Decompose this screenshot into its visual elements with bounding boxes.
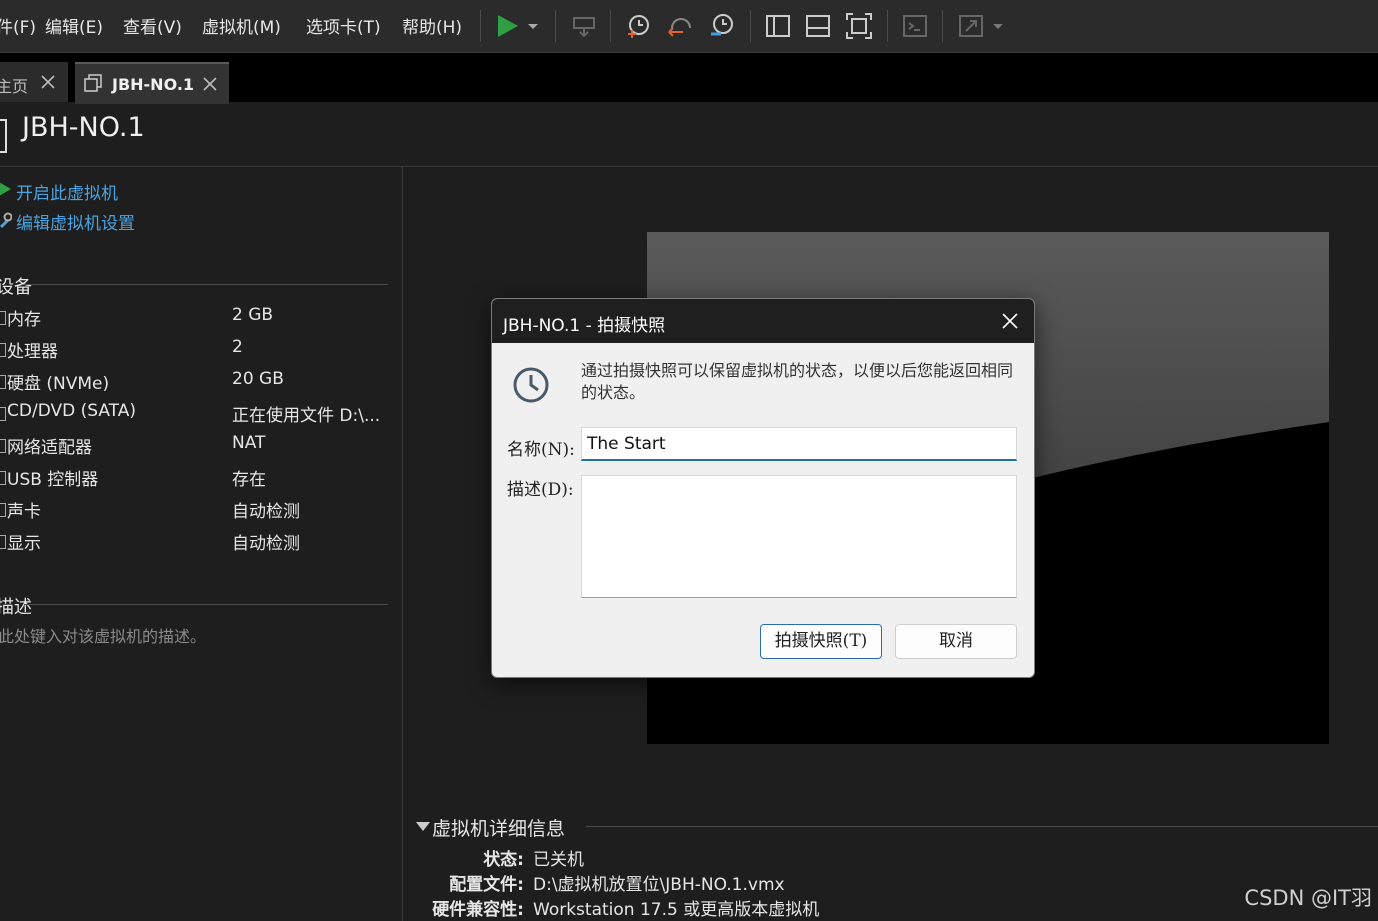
power-on-link[interactable]: 开启此虚拟机 — [16, 179, 118, 204]
snapshot-description-input[interactable] — [581, 475, 1017, 598]
stretch-icon[interactable] — [957, 12, 985, 40]
device-name[interactable]: 声卡 — [7, 497, 41, 522]
details-section-title[interactable]: 虚拟机详细信息 — [432, 814, 565, 841]
toolbar-separator — [480, 10, 481, 42]
device-value: 20 GB — [232, 369, 284, 389]
section-divider — [586, 826, 1378, 827]
device-value: 2 — [232, 337, 243, 357]
toolbar-separator — [610, 10, 611, 42]
dialog-title: JBH-NO.1 - 拍摄快照 — [503, 316, 666, 336]
take-snapshot-dialog: JBH-NO.1 - 拍摄快照 通过拍摄快照可以保留虚拟机的状态，以便以后您能返… — [491, 298, 1035, 678]
display-icon — [0, 535, 6, 549]
device-value: 自动检测 — [232, 534, 300, 554]
tab-home[interactable]: 主页 — [0, 62, 68, 102]
device-name[interactable]: 显示 — [7, 529, 41, 554]
cancel-button[interactable]: 取消 — [895, 624, 1017, 659]
usb-icon — [0, 471, 6, 485]
device-value: 正在使用文件 D:\... — [232, 406, 381, 426]
fullscreen-icon[interactable] — [845, 12, 873, 40]
snapshot-manager-icon[interactable] — [708, 12, 736, 40]
memory-icon — [0, 311, 6, 325]
device-value: NAT — [232, 433, 266, 453]
description-section-title: 描述 — [0, 597, 32, 618]
menu-vm[interactable]: 虚拟机(M) — [202, 13, 281, 38]
sound-card-icon — [0, 503, 6, 517]
menu-file[interactable]: 件(F) — [0, 13, 36, 38]
clock-icon — [513, 367, 549, 403]
device-name[interactable]: 处理器 — [7, 337, 58, 362]
vm-icon — [0, 119, 7, 153]
cd-dvd-icon — [0, 407, 6, 421]
description-label: 描述(D): — [507, 480, 574, 500]
dialog-titlebar[interactable]: JBH-NO.1 - 拍摄快照 — [492, 299, 1034, 343]
toolbar-separator — [887, 10, 888, 42]
section-divider — [24, 604, 388, 605]
menu-edit[interactable]: 编辑(E) — [45, 13, 103, 38]
detail-value: D:\虚拟机放置位\JBH-NO.1.vmx — [533, 875, 785, 895]
chevron-down-icon[interactable] — [525, 12, 541, 40]
device-name[interactable]: CD/DVD (SATA) — [7, 401, 136, 421]
close-icon[interactable] — [996, 307, 1024, 335]
tab-jbh-no1[interactable]: JBH-NO.1 — [75, 62, 229, 104]
toolbar-separator — [942, 10, 943, 42]
wrench-icon — [0, 212, 12, 229]
hard-disk-icon — [0, 375, 6, 389]
device-name[interactable]: 内存 — [7, 305, 41, 330]
tab-bar: 主页 JBH-NO.1 — [0, 53, 1378, 104]
detail-key: 硬件兼容性: — [432, 900, 524, 920]
thumbnail-bar-icon[interactable] — [804, 12, 832, 40]
section-divider — [24, 284, 388, 285]
close-icon[interactable] — [202, 76, 218, 92]
device-value: 2 GB — [232, 305, 274, 325]
tab-label: 主页 — [0, 77, 29, 96]
console-icon[interactable] — [901, 12, 929, 40]
send-keys-icon[interactable] — [570, 12, 598, 40]
device-name[interactable]: 硬盘 (NVMe) — [7, 369, 109, 394]
dialog-info-text: 通过拍摄快照可以保留虚拟机的状态，以便以后您能返回相同的状态。 — [581, 361, 1014, 402]
name-label: 名称(N): — [507, 440, 575, 460]
devices-section-title: 设备 — [0, 277, 32, 298]
processor-icon — [0, 343, 6, 357]
snapshot-name-input[interactable] — [581, 427, 1017, 461]
network-adapter-icon — [0, 439, 6, 453]
close-icon[interactable] — [40, 74, 56, 90]
detail-value: Workstation 17.5 或更高版本虚拟机 — [533, 900, 820, 920]
collapse-arrow-icon[interactable] — [416, 822, 430, 831]
device-value: 存在 — [232, 470, 266, 490]
sidebar-toggle-icon[interactable] — [764, 12, 792, 40]
menu-view[interactable]: 查看(V) — [123, 13, 182, 38]
toolbar-separator — [555, 10, 556, 42]
vm-tab-icon — [84, 74, 102, 92]
play-icon[interactable] — [494, 12, 522, 40]
detail-key: 状态: — [483, 850, 524, 870]
watermark: CSDN @IT羽 — [1244, 886, 1372, 910]
description-placeholder[interactable]: 在此处键入对该虚拟机的描述。 — [0, 623, 206, 647]
device-value: 自动检测 — [232, 502, 300, 522]
page-title: JBH-NO.1 — [22, 112, 145, 143]
tab-label: JBH-NO.1 — [112, 75, 195, 94]
take-snapshot-button[interactable]: 拍摄快照(T) — [760, 624, 882, 659]
snapshot-revert-icon[interactable] — [666, 12, 694, 40]
menubar: 件(F) 编辑(E) 查看(V) 虚拟机(M) 选项卡(T) 帮助(H) — [0, 0, 1378, 53]
detail-key: 配置文件: — [449, 875, 524, 895]
detail-value: 已关机 — [533, 850, 584, 870]
device-name[interactable]: 网络适配器 — [7, 433, 92, 458]
menu-help[interactable]: 帮助(H) — [402, 13, 462, 38]
chevron-down-icon[interactable] — [990, 12, 1006, 40]
vm-summary-pane: 开启此虚拟机 编辑虚拟机设置 设备 内存 2 GB 处理器 2 硬盘 (NVMe… — [0, 167, 403, 921]
play-icon — [0, 182, 11, 196]
toolbar-separator — [750, 10, 751, 42]
menu-tabs[interactable]: 选项卡(T) — [306, 13, 381, 38]
snapshot-take-icon[interactable] — [624, 12, 652, 40]
device-name[interactable]: USB 控制器 — [7, 465, 98, 490]
edit-settings-link[interactable]: 编辑虚拟机设置 — [16, 209, 135, 234]
